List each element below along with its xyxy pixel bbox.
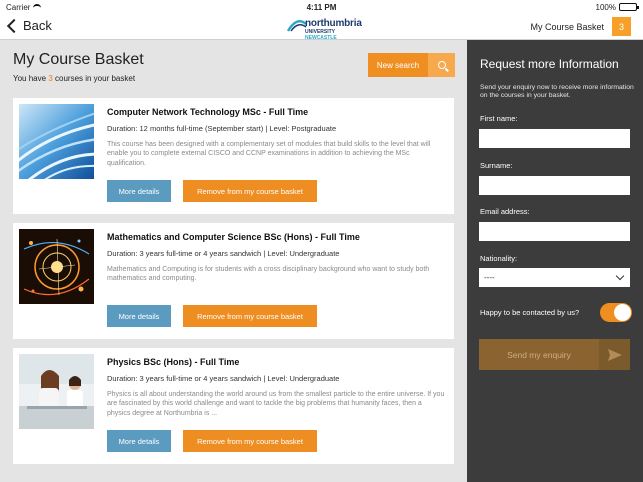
back-label: Back [23,18,52,33]
course-card: Computer Network Technology MSc - Full T… [13,98,454,214]
logo-arc-icon [287,19,307,32]
enquiry-description: Send your enquiry now to receive more in… [480,84,634,99]
page-title: My Course Basket [13,51,144,68]
course-title: Computer Network Technology MSc - Full T… [107,107,309,117]
course-title: Mathematics and Computer Science BSc (Ho… [107,232,360,242]
contact-consent-row: Happy to be contacted by us? [480,303,632,322]
basket-count-badge: 3 [612,17,631,36]
more-details-button[interactable]: More details [107,430,171,452]
course-meta: Duration: 12 months full-time (September… [107,124,337,133]
nationality-value: ---- [484,273,495,282]
course-meta: Duration: 3 years full-time or 4 years s… [107,374,340,383]
course-card: Physics BSc (Hons) - Full Time Duration:… [13,348,454,464]
course-description: Mathematics and Computing is for student… [107,266,430,283]
course-image-maths [19,229,94,304]
contact-consent-label: Happy to be contacted by us? [480,308,580,317]
email-field[interactable] [479,222,630,241]
more-details-button[interactable]: More details [107,180,171,202]
chevron-down-icon [615,271,625,281]
status-bar: Carrier 4:11 PM 100% [0,0,643,14]
more-details-button[interactable]: More details [107,305,171,327]
course-image-physics [19,354,94,429]
enquiry-panel: Request more Information Send your enqui… [467,40,643,482]
basket-main: My Course Basket You have 3 courses in y… [0,40,467,482]
first-name-field[interactable] [479,129,630,148]
send-enquiry-label: Send my enquiry [479,339,599,370]
carrier-label: Carrier [6,2,31,12]
send-arrow-icon [607,348,622,361]
university-logo: northumbria UNIVERSITY NEWCASTLE [287,16,362,41]
clock: 4:11 PM [306,2,337,12]
nationality-select[interactable]: ---- [479,268,630,287]
search-icon [437,61,446,69]
basket-summary-count: 3 [48,74,53,83]
remove-from-basket-button[interactable]: Remove from my course basket [183,305,317,327]
wifi-icon [33,4,42,10]
remove-from-basket-button[interactable]: Remove from my course basket [183,430,317,452]
surname-field[interactable] [479,176,630,195]
back-button[interactable]: Back [6,18,52,33]
logo-name: northumbria [305,18,362,29]
first-name-label: First name: [480,114,518,123]
basket-summary: You have 3 courses in your basket [13,74,136,83]
new-search-button[interactable]: New search [368,53,455,77]
nationality-label: Nationality: [480,254,518,263]
battery-icon [619,3,639,11]
email-label: Email address: [480,207,530,216]
course-card: Mathematics and Computer Science BSc (Ho… [13,223,454,339]
course-description: This course has been designed with a com… [107,141,431,167]
new-search-label: New search [368,53,428,77]
nav-bar: Back northumbria UNIVERSITY NEWCASTLE My… [0,14,643,41]
course-basket-label: My Course Basket [530,21,604,32]
carrier-info: Carrier [6,2,42,12]
course-basket-link[interactable]: My Course Basket 3 [530,17,631,36]
toggle-knob [614,304,631,321]
course-image-network [19,104,94,179]
send-enquiry-button[interactable]: Send my enquiry [479,339,630,370]
remove-from-basket-button[interactable]: Remove from my course basket [183,180,317,202]
back-chevron-icon [6,18,22,33]
battery-percent: 100% [595,2,616,12]
surname-label: Surname: [480,161,513,170]
course-meta: Duration: 3 years full-time or 4 years s… [107,249,340,258]
send-icon-cell [599,339,630,370]
course-description: Physics is all about understanding the w… [107,391,445,417]
battery-status: 100% [595,2,639,12]
course-title: Physics BSc (Hons) - Full Time [107,357,240,367]
enquiry-title: Request more Information [480,57,619,71]
contact-consent-toggle[interactable] [600,303,632,322]
search-icon-cell [428,53,455,77]
